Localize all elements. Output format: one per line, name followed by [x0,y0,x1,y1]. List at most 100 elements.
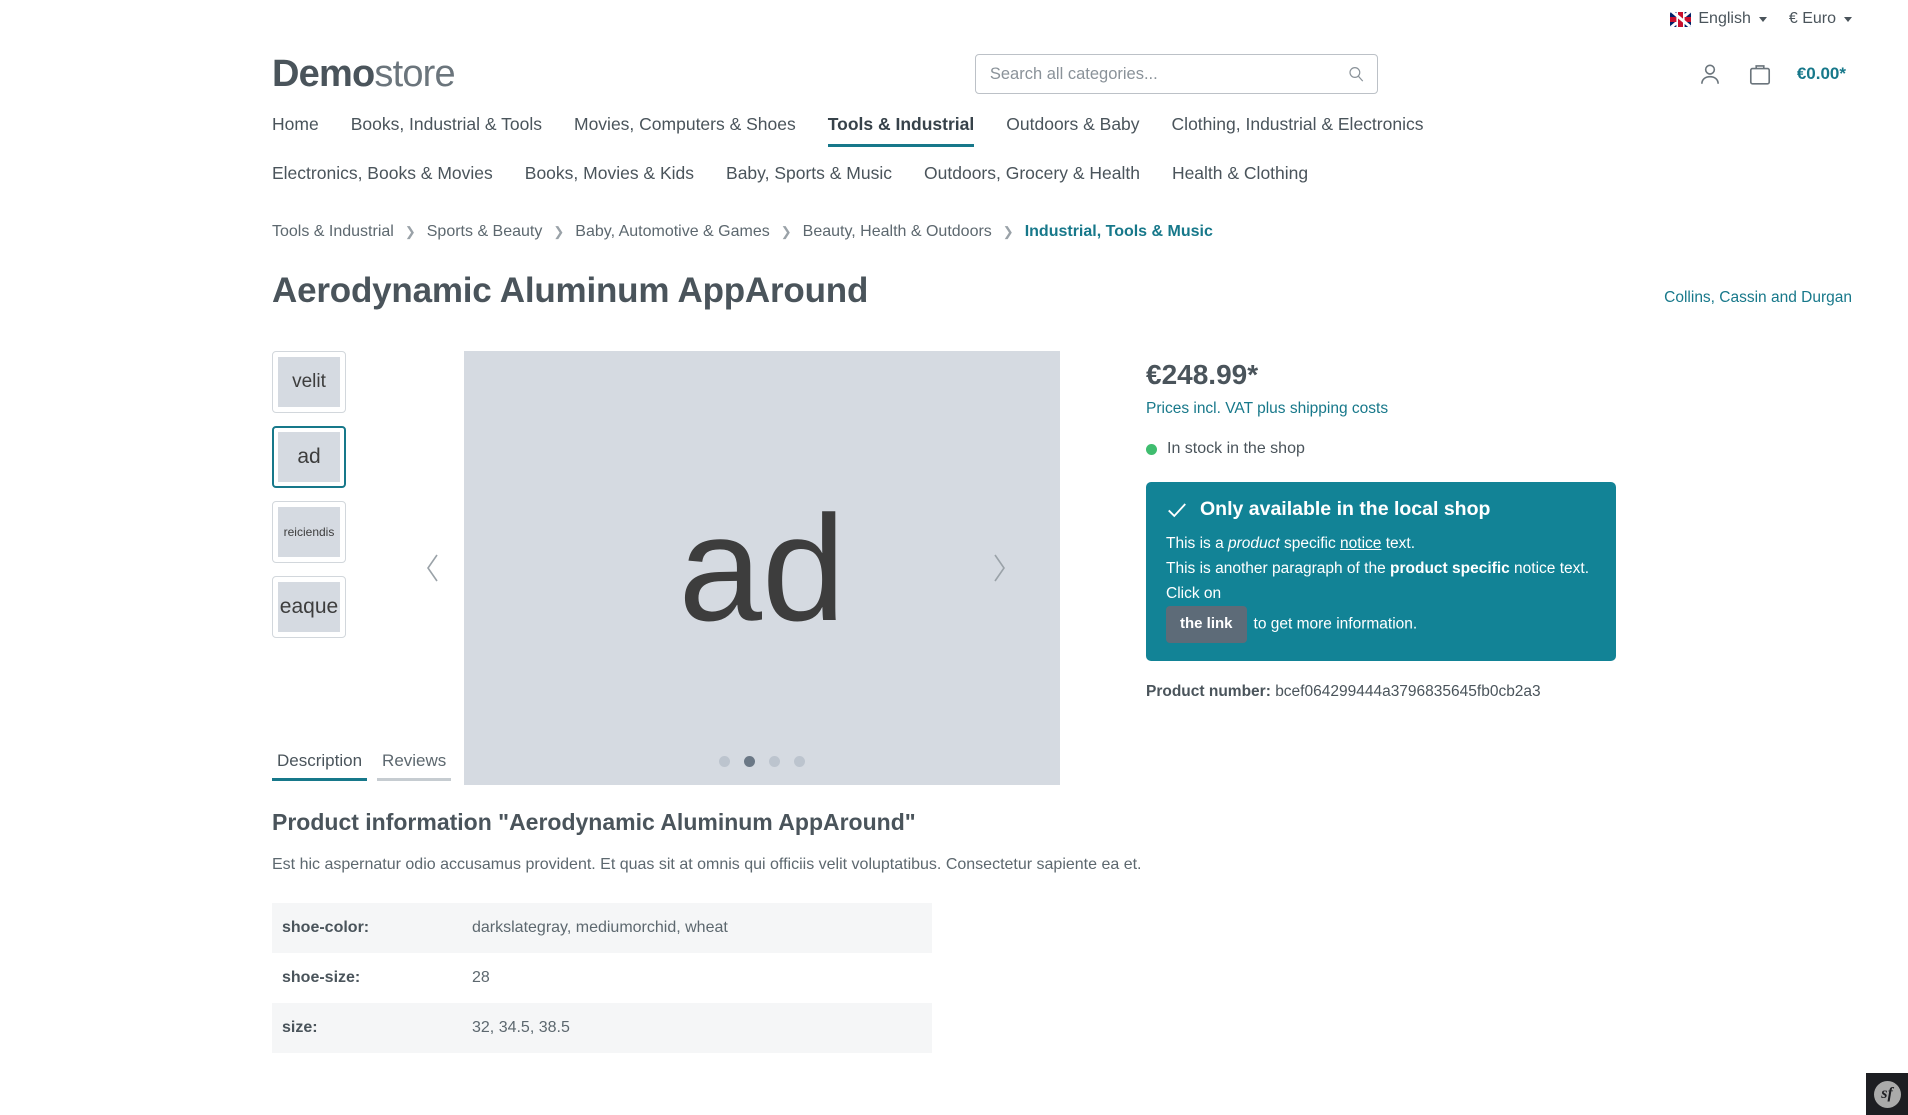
carousel-dot-3[interactable] [769,756,780,767]
product-gallery: ad [376,351,1060,785]
nav-item-clothing-industrial-electronics[interactable]: Clothing, Industrial & Electronics [1172,114,1424,144]
stock-label: In stock in the shop [1167,440,1305,457]
thumbnail-item-3[interactable]: reiciendis [272,501,346,563]
thumbnail-item-2[interactable]: ad [272,426,346,488]
notice-line1-part3: text. [1381,535,1416,552]
notice-heading: Only available in the local shop [1200,498,1491,520]
carousel-dots [464,756,1060,767]
shopping-bag-icon[interactable] [1747,61,1773,87]
search-icon[interactable] [1347,65,1365,83]
nav-item-electronics-books-movies[interactable]: Electronics, Books & Movies [272,163,493,193]
cart-total[interactable]: €0.00* [1797,64,1846,84]
check-icon [1168,502,1186,517]
breadcrumb: Tools & Industrial ❯ Sports & Beauty ❯ B… [0,209,1908,241]
table-row: shoe-color: darkslategray, mediumorchid,… [272,902,932,953]
product-properties-table: shoe-color: darkslategray, mediumorchid,… [272,902,932,1053]
description-panel: Product information "Aerodynamic Aluminu… [0,781,1908,1053]
product-detail-page: English € Euro Demostore Search all cate… [0,0,1908,1115]
gallery-image-label: ad [678,484,846,652]
product-price: €248.99* [1146,359,1259,390]
chevron-left-icon[interactable] [420,551,446,585]
thumbnail-label: velit [278,357,340,407]
nav-row-secondary: Electronics, Books & Movies Books, Movie… [272,163,1852,193]
thumbnail-label: reiciendis [278,507,340,557]
notice-line1-part2: specific [1279,535,1341,552]
notice-line2-strong: product specific [1390,560,1510,578]
tab-description[interactable]: Description [272,751,368,781]
nav-item-books-industrial-tools[interactable]: Books, Industrial & Tools [351,114,542,144]
notice-inline-link[interactable]: notice [1340,535,1381,552]
thumbnail-label: ad [278,432,340,482]
site-logo[interactable]: Demostore [272,52,456,96]
tab-reviews[interactable]: Reviews [377,751,452,781]
product-notice-box: Only available in the local shop This is… [1146,482,1616,661]
notice-line1-part1: This is a [1166,535,1229,552]
language-label: English [1698,10,1751,27]
search-placeholder: Search all categories... [989,64,1158,83]
thumbnail-item-1[interactable]: velit [272,351,346,413]
table-row: size: 32, 34.5, 38.5 [272,1002,932,1053]
currency-selector[interactable]: € Euro [1789,10,1852,28]
symfony-debug-toolbar[interactable]: sf [1866,1073,1908,1115]
notice-line1-emphasis: product [1228,535,1280,552]
breadcrumb-item-2[interactable]: Sports & Beauty [427,223,543,241]
language-selector[interactable]: English [1670,10,1767,28]
product-number-row: Product number: bcef064299444a3796835645… [1146,683,1616,701]
main-navigation: Home Books, Industrial & Tools Movies, C… [0,104,1908,193]
search-input[interactable]: Search all categories... [974,54,1378,94]
property-key: shoe-size: [282,968,361,986]
thumbnail-list: velit ad reiciendis eaque [272,351,348,701]
carousel-dot-2[interactable] [744,756,755,767]
vat-shipping-link[interactable]: Prices incl. VAT plus shipping costs [1146,400,1616,418]
chevron-down-icon [1758,16,1767,22]
property-key: size: [282,1018,318,1036]
nav-item-outdoors-grocery-health[interactable]: Outdoors, Grocery & Health [924,163,1140,193]
chevron-right-icon: ❯ [780,224,792,239]
nav-item-health-clothing[interactable]: Health & Clothing [1172,163,1308,193]
breadcrumb-item-3[interactable]: Baby, Automotive & Games [575,223,769,241]
nav-item-tools-industrial[interactable]: Tools & Industrial [827,114,975,147]
nav-row-primary: Home Books, Industrial & Tools Movies, C… [272,114,1852,147]
breadcrumb-item-4[interactable]: Beauty, Health & Outdoors [803,223,992,241]
chevron-right-icon: ❯ [553,224,565,239]
site-header: Demostore Search all categories... €0.00… [0,38,1908,104]
chevron-right-icon[interactable] [986,551,1012,585]
product-number-label: Product number: [1146,682,1271,700]
nav-item-books-movies-kids[interactable]: Books, Movies & Kids [525,163,694,193]
notice-body: This is a product specific notice text. … [1166,531,1596,643]
nav-item-baby-sports-music[interactable]: Baby, Sports & Music [726,163,892,193]
description-text: Est hic aspernatur odio accusamus provid… [272,855,1142,873]
property-key: shoe-color: [282,918,370,936]
utility-bar: English € Euro [0,0,1908,38]
buy-box: €248.99* Prices incl. VAT plus shipping … [1146,351,1616,701]
manufacturer-link[interactable]: Collins, Cassin and Durgan [1664,289,1852,307]
notice-heading-row: Only available in the local shop [1166,498,1596,521]
nav-item-home[interactable]: Home [272,114,319,144]
thumbnail-item-4[interactable]: eaque [272,576,346,638]
gallery-main-image[interactable]: ad [464,351,1060,785]
product-title-row: Aerodynamic Aluminum AppAround Collins, … [0,241,1908,311]
chevron-down-icon [1844,16,1852,22]
notice-line2-part1: This is another paragraph of the [1166,560,1391,578]
chevron-right-icon: ❯ [404,224,416,239]
notice-line3: to get more information. [1253,615,1418,633]
logo-light-text: store [374,52,455,95]
chevron-right-icon: ❯ [1002,224,1014,239]
description-heading: Product information "Aerodynamic Aluminu… [272,808,916,835]
stock-status: In stock in the shop [1146,440,1616,458]
nav-item-movies-computers-shoes[interactable]: Movies, Computers & Shoes [574,114,796,144]
product-main-area: velit ad reiciendis eaque ad €248.99* Pr… [0,311,1908,785]
property-value: 32, 34.5, 38.5 [472,1018,570,1036]
carousel-dot-4[interactable] [794,756,805,767]
the-link-button[interactable]: the link [1166,606,1247,643]
status-badge [1146,443,1157,455]
nav-item-outdoors-baby[interactable]: Outdoors & Baby [1006,114,1139,144]
breadcrumb-item-1[interactable]: Tools & Industrial [272,223,394,241]
symfony-logo-icon[interactable]: sf [1873,1080,1901,1108]
property-value: 28 [472,968,490,986]
carousel-dot-1[interactable] [719,756,730,767]
page-title: Aerodynamic Aluminum AppAround [272,271,869,310]
account-icon[interactable] [1697,61,1723,87]
thumbnail-label: eaque [278,582,340,632]
breadcrumb-item-current: Industrial, Tools & Music [1024,223,1213,240]
